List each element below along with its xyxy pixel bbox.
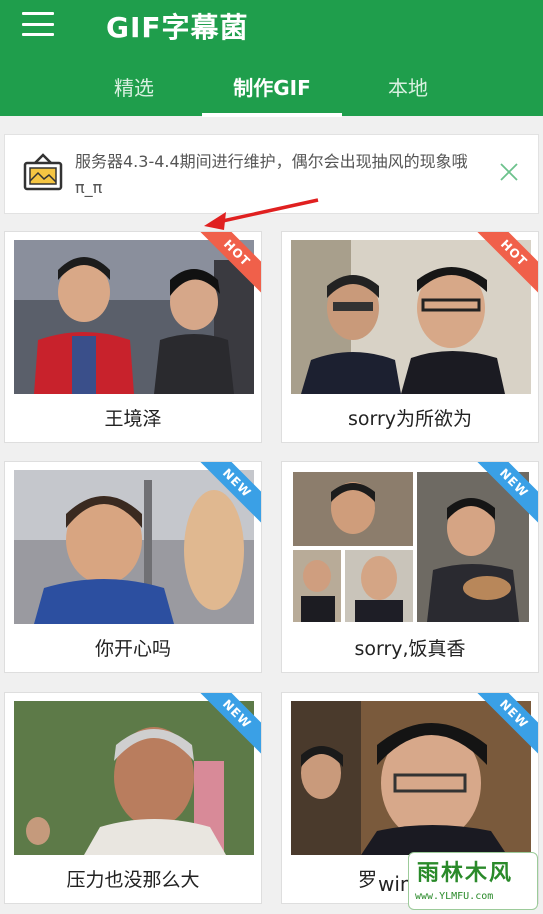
- app-title: GIF字幕菌: [106, 11, 249, 44]
- image-notice-icon: [23, 153, 63, 191]
- gif-thumbnail: [14, 701, 254, 855]
- active-tab-indicator: [202, 113, 342, 117]
- gif-thumbnail: [14, 470, 254, 624]
- gif-card-sorry-fan-zhen-xiang[interactable]: NEW sorry,饭真香: [281, 461, 539, 673]
- gif-thumbnail: [291, 470, 531, 624]
- gif-card-wang-jingze[interactable]: HOT 王境泽: [4, 231, 262, 443]
- gif-card-caption: 压力也没那么大: [66, 869, 200, 891]
- gif-card-caption: sorry为所欲为: [347, 408, 473, 430]
- close-icon[interactable]: [498, 161, 520, 183]
- tab-local[interactable]: 本地: [358, 66, 458, 116]
- app-bar: GIF字幕菌 精选 制作GIF 本地: [0, 0, 543, 117]
- gif-card-ni-kai-xin-ma[interactable]: NEW 你开心吗: [4, 461, 262, 673]
- watermark-title: 雨林木风: [417, 861, 514, 886]
- notice-text: 服务器4.3-4.4期间进行维护，偶尔会出现抽风的现象哦 π_π: [75, 152, 468, 197]
- watermark-url: www.YLMFU.com: [415, 891, 494, 902]
- gif-card-caption: 你开心吗: [94, 638, 171, 660]
- menu-icon[interactable]: [22, 12, 54, 36]
- gif-card-sorry-wei-suo-yu-wei[interactable]: HOT sorry为所欲为: [281, 231, 539, 443]
- gif-card-caption: 王境泽: [104, 408, 162, 430]
- gif-card-ya-li-ye-mei-na-me-da[interactable]: NEW 压力也没那么大: [4, 692, 262, 904]
- annotation-arrow: [204, 198, 319, 230]
- gif-thumbnail: [14, 240, 254, 394]
- gif-thumbnail: [291, 240, 531, 394]
- site-watermark: 雨林木风 www.YLMFU.com: [408, 852, 538, 910]
- tab-featured[interactable]: 精选: [84, 66, 184, 116]
- gif-card-caption: sorry,饭真香: [354, 638, 466, 660]
- gif-thumbnail: [291, 701, 531, 855]
- tab-make-gif[interactable]: 制作GIF: [202, 66, 342, 116]
- tab-bar: 精选 制作GIF 本地: [0, 66, 543, 116]
